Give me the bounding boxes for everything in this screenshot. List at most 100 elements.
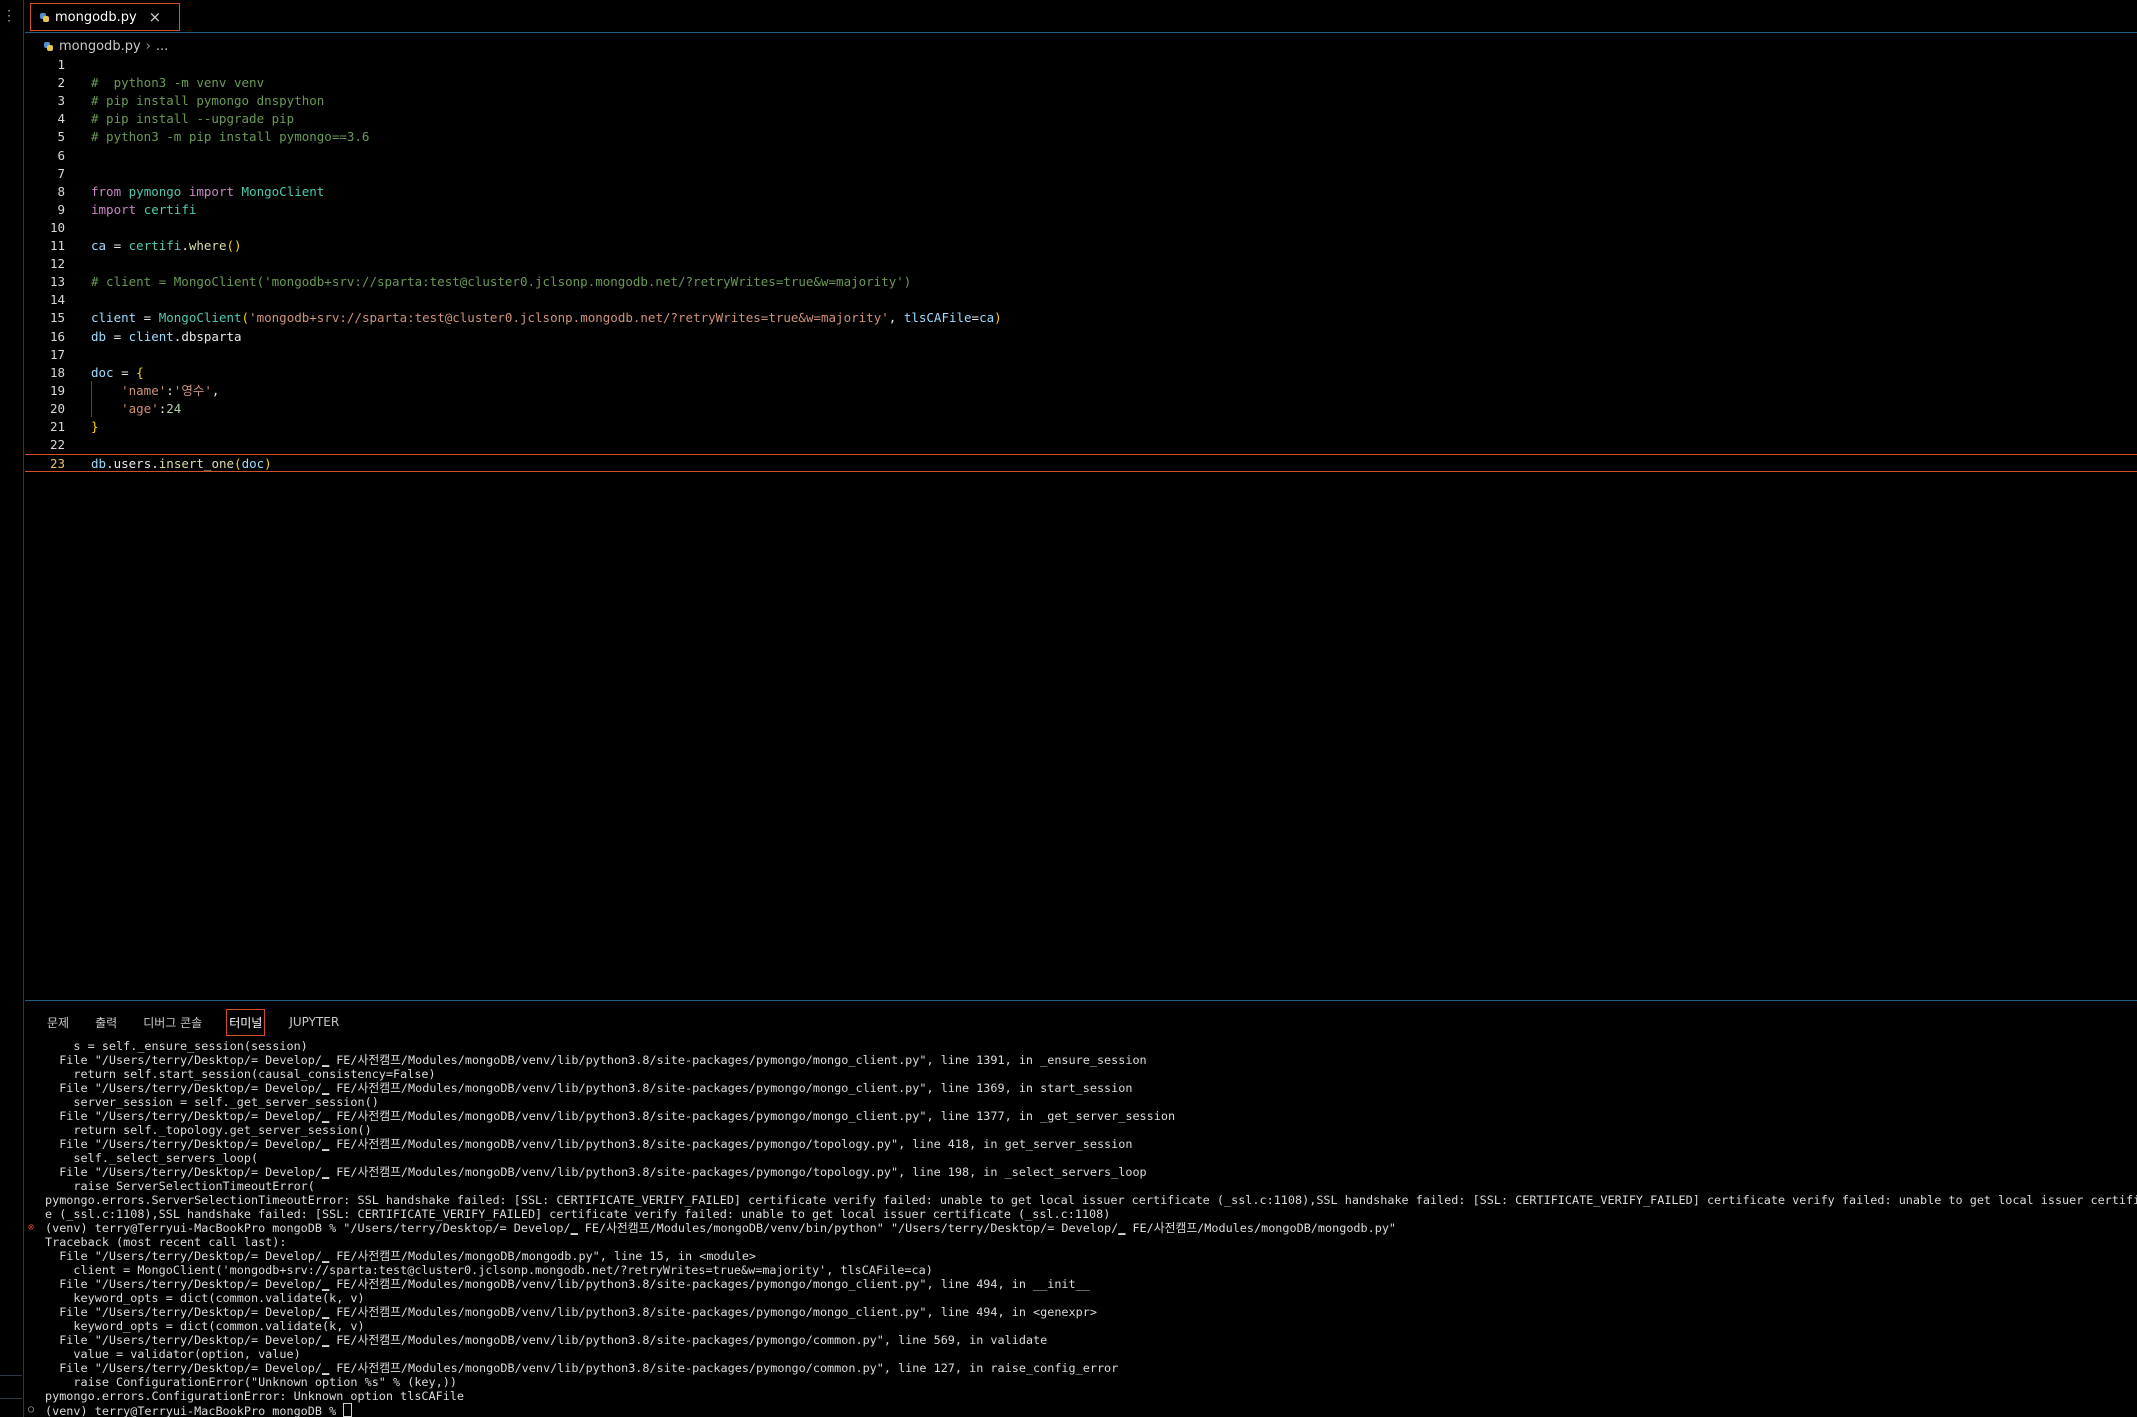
code-token: 'age'	[121, 401, 159, 416]
breadcrumb-symbols[interactable]: ...	[156, 39, 168, 54]
code-line[interactable]: 3 # pip install pymongo dnspython	[25, 92, 2137, 110]
code-token: )	[264, 456, 272, 471]
code-editor[interactable]: 1 2 # python3 -m venv venv 3 # pip install p…	[25, 56, 2137, 1000]
terminal-text: File "/Users/terry/Desktop/= Develop/▁ F…	[45, 1277, 1090, 1291]
terminal-line: client = MongoClient('mongodb+srv://spar…	[45, 1263, 2131, 1277]
terminal-text: (venv) terry@Terryui-MacBookPro mongoDB …	[45, 1404, 344, 1417]
panel-tab[interactable]: 디버그 콘솔	[141, 1010, 204, 1035]
line-number: 23	[49, 456, 65, 471]
terminal-text: return self._topology.get_server_session…	[45, 1123, 372, 1137]
code-line[interactable]: 19 'name':'영수',	[25, 382, 2137, 400]
panel-tab[interactable]: 문제	[45, 1010, 71, 1035]
python-file-icon	[40, 12, 49, 22]
code-line[interactable]: 21}	[25, 418, 2137, 436]
code-token: certifi	[143, 202, 197, 217]
code-line[interactable]: 8 from pymongo import MongoClient	[25, 183, 2137, 201]
code-line[interactable]: 15 client = MongoClient('mongodb+srv://sp…	[25, 309, 2137, 327]
terminal-text: value = validator(option, value)	[45, 1347, 301, 1361]
code-line[interactable]: 5 # python3 -m pip install pymongo==3.6	[25, 128, 2137, 146]
more-icon[interactable]: ⋮	[2, 8, 16, 24]
terminal-text: return self.start_session(causal_consist…	[45, 1067, 436, 1081]
code-token: ,	[211, 383, 220, 398]
terminal-output[interactable]: s = self._ensure_session(session) File "…	[28, 1039, 2137, 1417]
line-number: 4	[57, 111, 65, 126]
code-line[interactable]: 13 # client = MongoClient('mongodb+srv://…	[25, 273, 2137, 291]
code-line[interactable]: 20 'age':24	[25, 400, 2137, 418]
line-number: 12	[49, 256, 65, 271]
code-line[interactable]: 22	[25, 436, 2137, 454]
code-line[interactable]: 6	[25, 147, 2137, 165]
tab-mongodb-py[interactable]: mongodb.py ×	[30, 3, 180, 31]
code-token: )	[994, 310, 1002, 325]
code-token: (	[241, 310, 250, 325]
code-line[interactable]: 7	[25, 165, 2137, 183]
panel-tab[interactable]: 터미널	[226, 1008, 266, 1036]
breadcrumb-file[interactable]: mongodb.py	[59, 39, 141, 54]
code-line[interactable]: 17	[25, 346, 2137, 364]
terminal-line: return self._topology.get_server_session…	[45, 1123, 2131, 1137]
bottom-panel: 문제 출력 디버그 콘솔 터미널 JUPYTER s = self._ensure_se…	[25, 1000, 2137, 1417]
close-icon[interactable]: ×	[149, 8, 162, 26]
terminal-line: value = validator(option, value)	[45, 1347, 2131, 1361]
line-number: 22	[49, 437, 65, 452]
terminal-line: File "/Users/terry/Desktop/= Develop/▁ F…	[45, 1081, 2131, 1095]
terminal-text: server_session = self._get_server_sessio…	[45, 1095, 379, 1109]
activity-gutter: ⋮	[0, 0, 24, 1417]
line-number: 5	[57, 129, 65, 144]
terminal-text: raise ConfigurationError("Unknown option…	[45, 1375, 457, 1389]
code-text: # pip install --upgrade pip	[91, 110, 294, 128]
terminal-text: File "/Users/terry/Desktop/= Develop/▁ F…	[45, 1305, 1097, 1319]
code-line[interactable]: 9 import certifi	[25, 201, 2137, 219]
code-line[interactable]: 16 db = client.dbsparta	[25, 328, 2137, 346]
terminal-text: keyword_opts = dict(common.validate(k, v…	[45, 1319, 365, 1333]
code-line[interactable]: 23 db.users.insert_one(doc)	[25, 454, 2137, 472]
code-token: # python3 -m pip install pymongo==3.6	[91, 129, 370, 144]
code-token: import	[188, 184, 235, 199]
gutter-divider	[0, 1375, 22, 1376]
code-line[interactable]: 10	[25, 219, 2137, 237]
code-text: from pymongo import MongoClient	[91, 183, 324, 201]
error-circle-icon[interactable]: ⊗	[28, 1221, 34, 1235]
gutter-divider	[0, 1398, 22, 1399]
line-number: 18	[49, 365, 65, 380]
line-number: 2	[57, 75, 65, 90]
line-number: 10	[49, 220, 65, 235]
terminal-text: (venv) terry@Terryui-MacBookPro mongoDB …	[45, 1221, 1397, 1235]
terminal-line: keyword_opts = dict(common.validate(k, v…	[45, 1319, 2131, 1333]
code-line[interactable]: 14	[25, 291, 2137, 309]
code-token: 'mongodb+srv://sparta:test@cluster0.jcls…	[249, 310, 889, 325]
code-line[interactable]: 4 # pip install --upgrade pip	[25, 110, 2137, 128]
code-token: {	[136, 365, 144, 380]
code-token: # pip install pymongo dnspython	[91, 93, 325, 108]
code-token: import	[91, 202, 137, 217]
terminal-text: Traceback (most recent call last):	[45, 1235, 287, 1249]
terminal-line: File "/Users/terry/Desktop/= Develop/▁ F…	[45, 1277, 2131, 1291]
terminal-line: server_session = self._get_server_sessio…	[45, 1095, 2131, 1109]
panel-tab[interactable]: 출력	[93, 1010, 119, 1035]
breadcrumb: mongodb.py › ...	[44, 37, 168, 55]
code-token: '영수'	[173, 383, 212, 398]
panel-tab[interactable]: JUPYTER	[287, 1011, 341, 1033]
code-line[interactable]: 2 # python3 -m venv venv	[25, 74, 2137, 92]
panel-tabs: 문제 출력 디버그 콘솔 터미널 JUPYTER	[45, 1007, 363, 1037]
code-token: certifi	[128, 238, 182, 253]
code-line[interactable]: 1	[25, 56, 2137, 74]
code-token: # client = MongoClient('mongodb+srv://sp…	[91, 274, 912, 289]
code-token: =	[106, 329, 129, 344]
python-file-icon	[44, 41, 53, 51]
terminal-text: File "/Users/terry/Desktop/= Develop/▁ F…	[45, 1165, 1147, 1179]
code-token: from	[91, 184, 122, 199]
code-token: :	[166, 383, 174, 398]
terminal-line: File "/Users/terry/Desktop/= Develop/▁ F…	[45, 1249, 2131, 1263]
code-line[interactable]: 18 doc = {	[25, 364, 2137, 382]
code-line[interactable]: 11 ca = certifi.where()	[25, 237, 2137, 255]
code-line[interactable]: 12	[25, 255, 2137, 273]
terminal-line: File "/Users/terry/Desktop/= Develop/▁ F…	[45, 1333, 2131, 1347]
terminal-line: raise ConfigurationError("Unknown option…	[45, 1375, 2131, 1389]
chevron-right-icon: ›	[145, 38, 151, 54]
code-text: client = MongoClient('mongodb+srv://spar…	[91, 309, 1002, 327]
idle-circle-icon[interactable]: ○	[28, 1403, 34, 1417]
